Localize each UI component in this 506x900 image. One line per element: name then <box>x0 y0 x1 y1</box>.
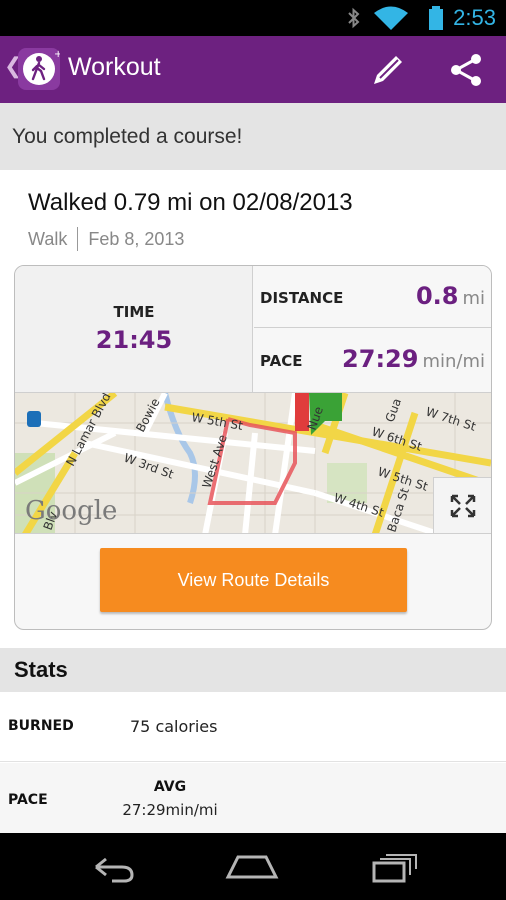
wifi-icon <box>374 6 408 30</box>
status-bar: 2:53 <box>0 0 506 36</box>
pace-value-group: 27:29 min/mi <box>342 345 485 373</box>
pace-unit: min/mi <box>422 351 485 372</box>
home-icon <box>225 855 279 879</box>
workout-summary-card: TIME 21:45 DISTANCE 0.8 mi PACE 27:29 min/… <box>14 265 492 630</box>
google-logo: Google <box>25 496 117 526</box>
street-label: Bowie <box>133 396 162 434</box>
divider <box>77 227 79 251</box>
walker-app-icon[interactable]: + <box>18 48 62 90</box>
expand-map-button[interactable] <box>433 477 491 533</box>
street-label: Gua <box>383 396 404 424</box>
time-label: TIME <box>113 303 155 321</box>
avg-pace-value: 27:29min/mi <box>122 801 218 819</box>
expand-icon <box>450 494 476 518</box>
street-label: W 7th St <box>424 405 478 434</box>
completion-text: You completed a course! <box>12 125 243 148</box>
burned-row: BURNED 75 calories <box>0 692 506 762</box>
pace-row: PACE AVG 27:29min/mi <box>0 763 506 833</box>
stats-section-header: Stats <box>0 648 506 692</box>
distance-label: DISTANCE <box>260 289 344 307</box>
route-map[interactable]: N Lamar Blvd Bowie W 5th St W 3rd St Wes… <box>15 392 491 534</box>
back-button[interactable] <box>82 847 142 887</box>
view-route-details-button[interactable]: View Route Details <box>100 548 407 612</box>
distance-cell: DISTANCE 0.8 mi <box>254 266 491 328</box>
back-icon <box>95 857 134 883</box>
completion-banner: You completed a course! <box>0 103 506 170</box>
street-label: W 5th St <box>190 410 244 433</box>
share-icon <box>451 54 481 86</box>
battery-icon <box>429 6 443 30</box>
pace-value: 27:29 <box>342 345 419 373</box>
workout-type: Walk <box>28 228 68 249</box>
avg-label: AVG <box>153 779 187 795</box>
edit-icon <box>374 56 402 84</box>
workout-headline: Walked 0.79 mi on 02/08/2013 <box>28 189 353 216</box>
distance-unit: mi <box>462 288 485 309</box>
pace-row-label: PACE <box>8 792 48 808</box>
bluetooth-icon <box>348 7 360 29</box>
time-cell: TIME 21:45 <box>15 266 253 392</box>
page-title: Workout <box>68 53 161 81</box>
distance-value: 0.8 <box>415 282 459 310</box>
burned-label: BURNED <box>8 718 74 734</box>
pace-label: PACE <box>260 352 303 370</box>
home-button[interactable] <box>222 847 282 887</box>
clock: 2:53 <box>453 5 496 30</box>
workout-subline: Walk Feb 8, 2013 <box>28 227 184 251</box>
content-area: You completed a course! Walked 0.79 mi o… <box>0 103 506 833</box>
workout-date: Feb 8, 2013 <box>88 228 185 249</box>
walker-icon: + <box>23 49 62 85</box>
summary-stats: TIME 21:45 DISTANCE 0.8 mi PACE 27:29 min/… <box>15 266 491 392</box>
distance-value-group: 0.8 mi <box>416 282 485 310</box>
recent-apps-button[interactable] <box>364 847 424 887</box>
transit-icon <box>27 411 41 427</box>
map-canvas: N Lamar Blvd Bowie W 5th St W 3rd St Wes… <box>15 393 491 533</box>
stats-header-text: Stats <box>14 657 68 682</box>
pace-cell: PACE 27:29 min/mi <box>254 329 491 392</box>
burned-value: 75 calories <box>130 717 218 736</box>
navigation-bar <box>0 833 506 900</box>
share-button[interactable] <box>446 50 486 90</box>
svg-text:+: + <box>54 49 60 60</box>
recent-apps-icon <box>372 854 417 883</box>
action-bar: ❮ + Workout <box>0 36 506 103</box>
edit-button[interactable] <box>368 50 408 90</box>
time-value: 21:45 <box>95 326 173 354</box>
